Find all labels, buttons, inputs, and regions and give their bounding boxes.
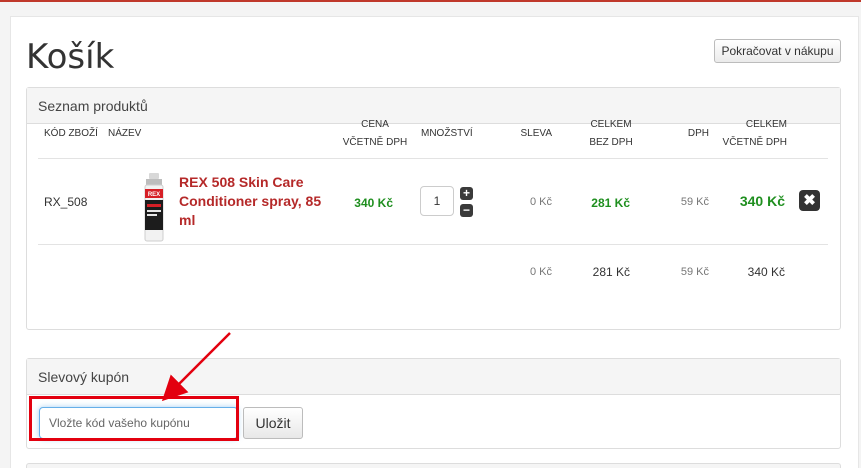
plus-icon[interactable]: + xyxy=(460,187,473,200)
save-coupon-button[interactable]: Uložit xyxy=(243,407,303,439)
discount-value: 0 Kč xyxy=(529,196,552,208)
column-header-price-line1: CENA xyxy=(361,119,389,130)
quantity-input[interactable] xyxy=(420,186,454,216)
product-image[interactable]: REX xyxy=(139,173,169,243)
product-code: RX_508 xyxy=(44,195,88,209)
column-header-total-excl-line2: BEZ DPH xyxy=(589,137,633,148)
column-header-name: NÁZEV xyxy=(108,128,142,139)
summary-total-incl-vat: 340 Kč xyxy=(747,265,785,279)
table-divider xyxy=(38,244,828,245)
column-header-total-incl-vat: CELKEM VČETNĚ DPH xyxy=(715,116,787,152)
summary-discount: 0 Kč xyxy=(529,266,552,278)
annotation-highlight-box xyxy=(29,396,239,441)
summary-total-excl-vat: 281 Kč xyxy=(592,265,630,279)
column-header-discount: SLEVA xyxy=(520,128,553,139)
product-name-link[interactable]: REX 508 Skin Care Conditioner spray, 85 … xyxy=(179,173,329,230)
summary-vat: 59 Kč xyxy=(680,266,709,278)
vat-value: 59 Kč xyxy=(680,196,709,208)
column-header-price: CENA VČETNĚ DPH xyxy=(335,116,415,152)
column-header-code: KÓD ZBOŽÍ xyxy=(44,128,98,139)
product-image-brand: REX xyxy=(148,192,160,198)
continue-shopping-button[interactable]: Pokračovat v nákupu xyxy=(714,39,841,63)
column-header-quantity: MNOŽSTVÍ xyxy=(421,128,473,139)
column-header-vat: DPH xyxy=(687,128,709,139)
page-title: Košík xyxy=(26,37,115,77)
column-header-price-line2: VČETNĚ DPH xyxy=(342,137,408,148)
top-accent-line xyxy=(0,0,861,2)
price-incl-vat: 340 Kč xyxy=(354,196,393,210)
column-header-total-incl-line2: VČETNĚ DPH xyxy=(722,137,787,148)
column-header-total-excl-line1: CELKEM xyxy=(590,119,632,130)
table-divider xyxy=(38,158,828,159)
total-excl-vat: 281 Kč xyxy=(591,196,630,210)
column-header-total-excl-vat: CELKEM BEZ DPH xyxy=(582,116,640,152)
close-icon[interactable]: ✖ xyxy=(799,190,820,211)
minus-icon[interactable]: − xyxy=(460,204,473,217)
next-panel xyxy=(26,463,841,468)
product-list-panel: Seznam produktů KÓD ZBOŽÍ NÁZEV CENA VČE… xyxy=(26,87,841,330)
total-incl-vat: 340 Kč xyxy=(739,193,785,209)
coupon-heading: Slevový kupón xyxy=(27,359,840,395)
column-header-total-incl-line1: CELKEM xyxy=(745,119,787,130)
